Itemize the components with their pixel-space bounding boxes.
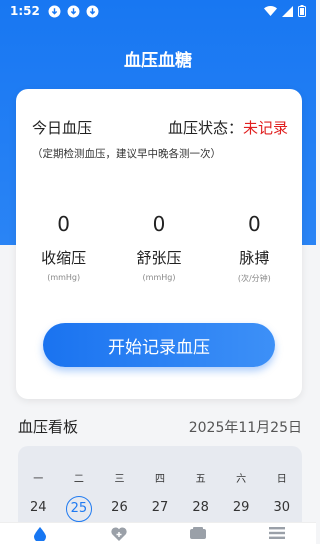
status-time: 1:52 [10,4,40,18]
blood-drop-icon [33,527,46,541]
calendar-day-selected[interactable]: 25 [59,496,100,522]
status-bar: 1:52 [0,0,316,22]
calendar-day[interactable]: 24 [18,496,59,520]
weekday-label: 三 [114,474,125,485]
day-number: 26 [111,500,128,515]
calendar-day[interactable]: 30 [261,496,302,520]
day-number: 30 [273,500,291,515]
board-title: 血压看板 [18,418,79,436]
metric-unit: (mmHg) [47,273,81,282]
device-icon [189,527,206,539]
day-number: 25 [65,496,92,522]
metric-value: 0 [247,212,261,236]
today-bp-label: 今日血压 [32,119,93,137]
day-number: 27 [151,500,169,515]
metric-label: 收缩压 [41,249,87,267]
bp-status-label: 血压状态： [167,119,243,137]
week-calendar: 一 二 三 四 五 六 日 24 25 26 27 28 29 30 [18,446,302,526]
page-title: 血压血糖 [124,51,192,71]
tab-heart[interactable] [79,523,158,544]
metric-unit: (次/分钟) [237,274,271,283]
download-icon [86,5,99,17]
metric-label: 舒张压 [136,249,182,267]
weekday-label: 五 [195,474,206,485]
metric-unit: (mmHg) [142,273,176,282]
download-icon [67,5,80,17]
tab-menu[interactable] [237,523,316,544]
metric-systolic: 0 收缩压 (mmHg) [16,209,111,284]
measurement-note: （定期检测血压，建议早中晚各测一次） [32,148,221,160]
battery-icon [298,5,306,17]
start-recording-button[interactable]: 开始记录血压 [43,323,275,367]
signal-icon [282,5,293,17]
bp-status-value: 未记录 [242,119,288,137]
tab-device[interactable] [158,523,237,544]
calendar-day[interactable]: 27 [140,496,181,520]
wifi-icon [264,5,277,16]
blood-pressure-card: 今日血压 血压状态：未记录 （定期检测血压，建议早中晚各测一次） 0 收缩压 (… [16,89,302,399]
tab-blood-pressure[interactable] [0,523,79,544]
calendar-day[interactable]: 28 [180,496,221,520]
heart-icon [110,527,127,541]
weekday-label: 日 [276,474,287,485]
calendar-day[interactable]: 29 [221,496,262,520]
board-date[interactable]: 2025年11月25日 [189,417,302,437]
bp-status: 血压状态：未记录 [168,117,288,138]
weekday-label: 一 [33,474,44,485]
bottom-tab-bar [0,522,316,544]
metric-pulse: 0 脉搏 (次/分钟) [207,209,302,284]
menu-icon [268,527,285,539]
day-number: 28 [192,500,209,515]
day-number: 24 [30,500,47,515]
download-icon [48,5,61,17]
weekday-label: 四 [155,474,166,485]
weekday-label: 六 [236,474,247,485]
calendar-day[interactable]: 26 [99,496,140,520]
weekday-label: 二 [73,474,84,485]
metric-diastolic: 0 舒张压 (mmHg) [111,209,206,284]
metric-label: 脉搏 [239,249,270,267]
metric-value: 0 [152,212,166,236]
metric-value: 0 [57,212,71,236]
day-number: 29 [232,500,250,515]
